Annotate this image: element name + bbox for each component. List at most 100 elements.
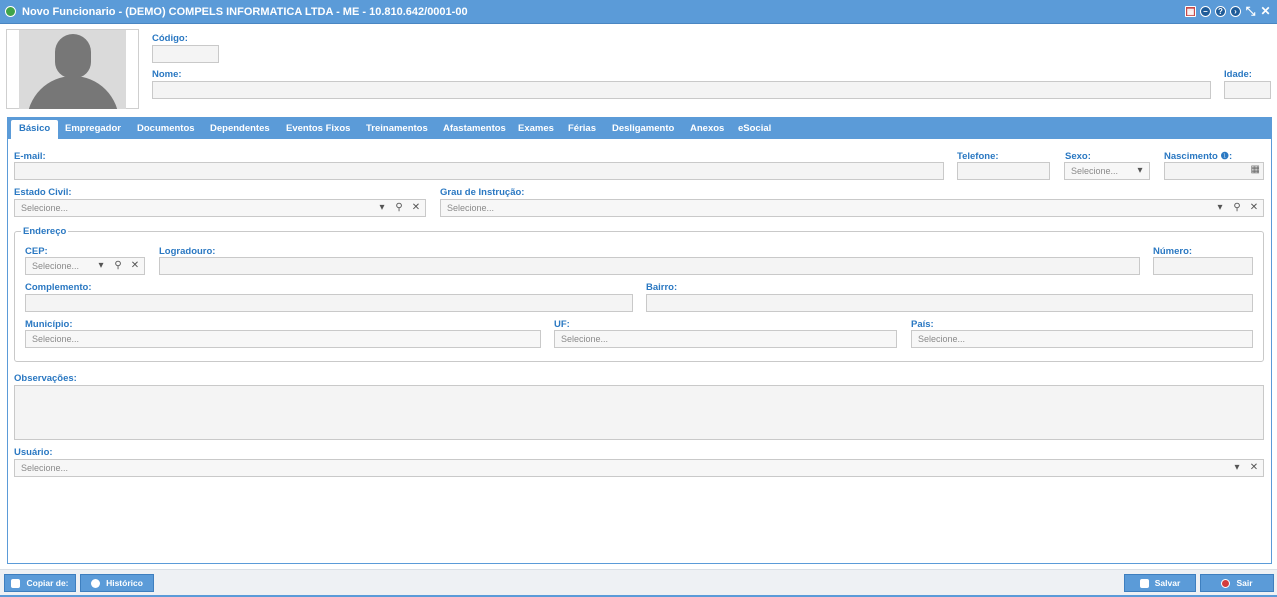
help-icon[interactable]: ? [1215,6,1226,17]
sair-button[interactable]: Sair [1200,574,1274,592]
save-icon [1139,578,1149,588]
tab-anexos[interactable]: Anexos [690,120,724,139]
sair-label: Sair [1236,578,1253,588]
usuario-placeholder: Selecione... [21,463,69,473]
telefone-field[interactable] [957,162,1050,180]
pais-select[interactable]: Selecione... [911,330,1253,348]
tab-bar: Básico Empregador Documentos Dependentes… [7,117,1272,139]
tab-treinamentos[interactable]: Treinamentos [366,120,428,139]
sexo-select[interactable]: Selecione... ▾ [1064,162,1150,180]
tab-ferias[interactable]: Férias [568,120,596,139]
municipio-select[interactable]: Selecione... [25,330,541,348]
grau-instrucao-label: Grau de Instrução: [440,187,525,198]
email-field[interactable] [14,162,944,180]
numero-field[interactable] [1153,257,1253,275]
bairro-label: Bairro: [646,282,678,293]
search-icon[interactable]: ⚲ [392,200,406,216]
grau-instrucao-select[interactable]: Selecione... ▾ ⚲ ✕ [440,199,1264,217]
clear-icon[interactable]: ✕ [1247,200,1261,216]
tab-exames[interactable]: Exames [518,120,554,139]
chevron-down-icon[interactable]: ▾ [1133,163,1147,179]
municipio-label: Município: [25,319,73,330]
usuario-label: Usuário: [14,447,53,458]
salvar-button[interactable]: Salvar [1124,574,1196,592]
copiar-de-button[interactable]: Copiar de: [4,574,76,592]
tab-basico[interactable]: Básico [11,120,59,139]
estado-civil-placeholder: Selecione... [21,203,69,213]
employee-photo[interactable] [6,29,139,109]
tab-eventos-fixos[interactable]: Eventos Fixos [286,120,350,139]
endereco-legend: Endereço [21,226,69,237]
cep-select[interactable]: Selecione... ▾ ⚲ ✕ [25,257,145,275]
grau-instrucao-placeholder: Selecione... [447,203,495,213]
codigo-field[interactable] [152,45,219,63]
codigo-label: Código: [152,33,188,44]
uf-select[interactable]: Selecione... [554,330,897,348]
logradouro-label: Logradouro: [159,246,216,257]
tab-afastamentos[interactable]: Afastamentos [443,120,506,139]
tab-documentos[interactable]: Documentos [137,120,195,139]
cep-placeholder: Selecione... [32,261,80,271]
uf-placeholder: Selecione... [561,334,609,344]
sexo-placeholder: Selecione... [1071,166,1119,176]
estado-civil-label: Estado Civil: [14,187,72,198]
copiar-de-label: Copiar de: [26,578,69,588]
tab-desligamento[interactable]: Desligamento [612,120,674,139]
idade-label: Idade: [1224,69,1252,80]
clear-icon[interactable]: ✕ [1247,460,1261,476]
nascimento-label: Nascimento ❶: [1164,151,1233,162]
municipio-placeholder: Selecione... [32,334,80,344]
nome-field[interactable] [152,81,1211,99]
telefone-label: Telefone: [957,151,999,162]
salvar-label: Salvar [1154,578,1181,588]
observacoes-label: Observações: [14,373,77,384]
calendar-icon[interactable]: ▦ [1251,164,1260,175]
clear-icon[interactable]: ✕ [409,200,423,216]
historico-label: Histórico [106,578,143,588]
cep-label: CEP: [25,246,48,257]
chevron-down-icon[interactable]: ▾ [94,258,108,274]
email-label: E-mail: [14,151,46,162]
idade-field[interactable] [1224,81,1271,99]
employee-form-window: Novo Funcionario - (DEMO) COMPELS INFORM… [0,0,1277,597]
window-controls: ▦ – ? › ⤡ ✕ [1185,5,1271,17]
search-icon[interactable]: ⚲ [1230,200,1244,216]
tab-esocial[interactable]: eSocial [738,120,771,139]
logradouro-field[interactable] [159,257,1140,275]
chevron-down-icon[interactable]: ▾ [1213,200,1227,216]
observacoes-textarea[interactable] [14,385,1264,440]
footer-bar [0,569,1277,597]
uf-label: UF: [554,319,570,330]
window-title: Novo Funcionario - (DEMO) COMPELS INFORM… [22,6,468,18]
search-icon[interactable]: ⚲ [111,258,125,274]
chevron-down-icon[interactable]: ▾ [1230,460,1244,476]
tab-dependentes[interactable]: Dependentes [210,120,270,139]
numero-label: Número: [1153,246,1193,257]
bairro-field[interactable] [646,294,1253,312]
estado-civil-select[interactable]: Selecione... ▾ ⚲ ✕ [14,199,426,217]
clear-icon[interactable]: ✕ [128,258,142,274]
app-icon [5,6,16,17]
tab-empregador[interactable]: Empregador [65,120,121,139]
history-icon [91,578,101,588]
nascimento-field[interactable]: ▦ [1164,162,1264,180]
title-bar: Novo Funcionario - (DEMO) COMPELS INFORM… [0,0,1277,24]
nome-label: Nome: [152,69,182,80]
minimize-icon[interactable]: – [1200,6,1211,17]
sexo-label: Sexo: [1065,151,1091,162]
pais-placeholder: Selecione... [918,334,966,344]
close-icon[interactable]: ✕ [1260,5,1271,17]
restore-icon[interactable]: ⤡ [1245,5,1256,17]
usuario-select[interactable]: Selecione... ▾ ✕ [14,459,1264,477]
complemento-label: Complemento: [25,282,92,293]
pais-label: País: [911,319,934,330]
exit-icon [1221,578,1231,588]
chevron-down-icon[interactable]: ▾ [375,200,389,216]
avatar-placeholder-icon [19,30,126,109]
copy-icon [11,578,21,588]
forward-icon[interactable]: › [1230,6,1241,17]
avatar-head [55,34,91,78]
historico-button[interactable]: Histórico [80,574,154,592]
calendar-icon[interactable]: ▦ [1185,6,1196,17]
complemento-field[interactable] [25,294,633,312]
